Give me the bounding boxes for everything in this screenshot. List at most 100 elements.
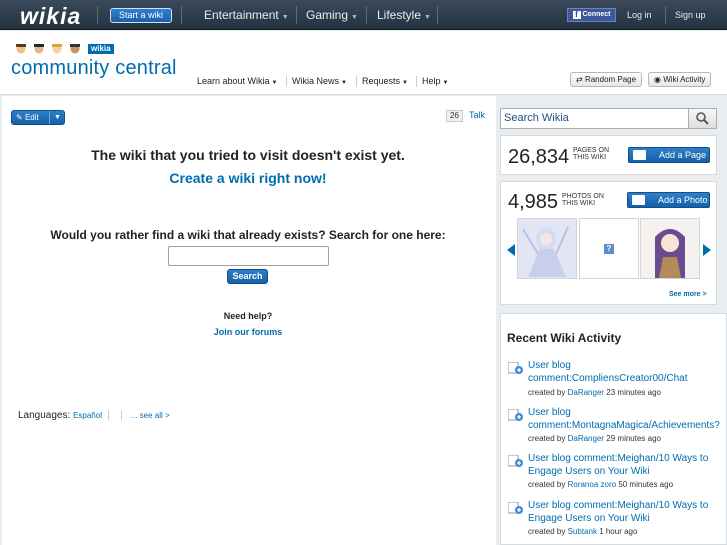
photos-label-line: PHOTOS ON: [562, 193, 604, 200]
wiki-header: wikia community central Learn about Wiki…: [0, 31, 727, 95]
nav-label: Entertainment: [204, 8, 279, 22]
talk-link[interactable]: Talk: [469, 110, 485, 120]
activity-meta: created by DaRanger 29 minutes ago: [528, 434, 661, 443]
forums-link[interactable]: Join our forums: [0, 327, 496, 337]
new-blog-comment-icon: [508, 409, 523, 421]
create-wiki-link[interactable]: Create a wiki right now!: [0, 170, 496, 186]
photo-thumbnail-placeholder[interactable]: ?: [579, 218, 639, 279]
add-photo-icon: [632, 195, 645, 205]
chevron-down-icon: ▼: [424, 14, 431, 21]
photo-thumbnail[interactable]: [517, 218, 577, 279]
recent-activity-title: Recent Wiki Activity: [507, 331, 622, 345]
divider: [296, 6, 297, 24]
nav-lifestyle[interactable]: Lifestyle ▼: [377, 8, 431, 22]
activity-user-link[interactable]: DaRanger: [568, 388, 604, 397]
need-help-label: Need help?: [223, 311, 273, 321]
wiki-activity-button[interactable]: ◉ Wiki Activity: [648, 72, 712, 87]
wikia-logo[interactable]: wikia: [20, 3, 81, 30]
anime-character-image: [641, 219, 699, 278]
chevron-down-icon: ▼: [442, 80, 449, 86]
created-by-label: created by: [528, 480, 566, 489]
photos-label: PHOTOS ON THIS WIKI: [562, 193, 604, 207]
nav-label: Wikia News: [292, 76, 340, 86]
site-title[interactable]: community central: [11, 57, 177, 80]
start-a-wiki-button[interactable]: Start a wiki: [110, 8, 173, 23]
language-link-espanol[interactable]: Español: [73, 411, 102, 420]
login-link[interactable]: Log in: [627, 10, 652, 20]
activity-item: User blog comment:MontagnaMagica/Achieve…: [508, 407, 727, 447]
nav-wikia-news[interactable]: Wikia News ▼: [292, 76, 347, 86]
activity-item: User blog comment:Meighan/10 Ways to Eng…: [508, 453, 727, 493]
add-page-button[interactable]: Add a Page: [628, 147, 710, 163]
photo-thumbnail[interactable]: [640, 218, 700, 279]
chevron-down-icon[interactable]: ▼: [54, 111, 61, 124]
divider: [366, 6, 367, 24]
talk-count-badge[interactable]: 26: [446, 110, 463, 122]
activity-time: 1 hour ago: [599, 527, 638, 536]
new-blog-comment-icon: [508, 362, 523, 374]
activity-item: User blog comment:Meighan/10 Ways to Eng…: [508, 500, 727, 540]
activity-title-link[interactable]: User blog comment:Meighan/10 Ways to Eng…: [528, 500, 727, 525]
global-navigation-bar: wikia Start a wiki Entertainment ▼ Gaming…: [0, 0, 727, 30]
languages-label: Languages:: [18, 410, 71, 421]
edit-label: Edit: [24, 113, 39, 122]
facebook-connect-button[interactable]: f Connect: [567, 8, 616, 22]
missing-wiki-message: The wiki that you tried to visit doesn't…: [91, 147, 405, 163]
see-all-languages-link[interactable]: ... see all >: [131, 411, 170, 420]
add-page-label: Add a Page: [659, 150, 707, 160]
edit-button[interactable]: ✎ Edit ▼: [11, 110, 65, 125]
nav-entertainment[interactable]: Entertainment ▼: [204, 8, 289, 22]
add-photo-button[interactable]: Add a Photo: [627, 192, 710, 208]
activity-title-link[interactable]: User blog comment:MontagnaMagica/Achieve…: [528, 407, 727, 432]
divider: [286, 76, 287, 87]
nav-gaming[interactable]: Gaming ▼: [306, 8, 358, 22]
search-button[interactable]: [688, 109, 716, 128]
activity-user-link[interactable]: Roranoa zoro: [568, 480, 616, 489]
activity-user-link[interactable]: DaRanger: [568, 434, 604, 443]
see-more-photos-link[interactable]: See more >: [669, 291, 707, 298]
search-placeholder: Search Wikia: [504, 112, 569, 124]
signup-link[interactable]: Sign up: [675, 10, 706, 20]
pages-label-line: PAGES ON: [573, 147, 610, 154]
created-by-label: created by: [528, 527, 566, 536]
nav-label: Gaming: [306, 8, 349, 22]
chevron-down-icon: ▼: [341, 80, 347, 86]
activity-meta: created by Subtank 1 hour ago: [528, 527, 637, 536]
rail-search-input[interactable]: Search Wikia: [500, 108, 717, 129]
random-page-button[interactable]: ⇄ Random Page: [570, 72, 643, 87]
pages-label: PAGES ON THIS WIKI: [573, 147, 609, 161]
activity-title-link[interactable]: User blog comment:CompliensCreator00/Cha…: [528, 360, 727, 385]
activity-user-link[interactable]: Subtank: [568, 527, 597, 536]
edit-button-inner: ✎ Edit: [16, 111, 39, 124]
chevron-down-icon: ▼: [351, 14, 358, 21]
divider: [665, 6, 666, 24]
nav-label: Requests: [362, 76, 401, 86]
wiki-search-input[interactable]: [168, 246, 329, 266]
photos-count: 4,985: [508, 191, 559, 213]
missing-image-icon: ?: [604, 244, 614, 254]
nav-label: Help: [422, 76, 441, 86]
shuffle-icon: ⇄: [576, 75, 585, 84]
pages-count: 26,834: [508, 146, 570, 168]
divider: [107, 410, 109, 420]
nav-label: Lifestyle: [377, 8, 422, 22]
chevron-down-icon: ▼: [271, 80, 278, 86]
nav-requests[interactable]: Requests ▼: [362, 76, 408, 86]
wikia-badge: wikia: [88, 44, 114, 54]
photos-label-line: THIS WIKI: [562, 200, 596, 207]
activity-title-link[interactable]: User blog comment:Meighan/10 Ways to Eng…: [528, 453, 727, 478]
pencil-icon: ✎: [16, 113, 25, 122]
divider: [437, 6, 438, 24]
search-prompt: Would you rather find a wiki that alread…: [50, 228, 446, 242]
nav-help[interactable]: Help ▼: [422, 76, 448, 86]
wiki-activity-label: Wiki Activity: [663, 75, 706, 84]
community-mascots-logo: [16, 44, 80, 54]
created-by-label: created by: [528, 388, 566, 397]
divider: [49, 111, 50, 124]
nav-learn-about-wikia[interactable]: Learn about Wikia ▼: [197, 76, 278, 86]
divider: [416, 76, 417, 87]
search-button[interactable]: Search: [227, 269, 268, 284]
carousel-next-icon[interactable]: [703, 244, 711, 256]
carousel-prev-icon[interactable]: [507, 244, 515, 256]
chevron-down-icon: ▼: [281, 14, 289, 21]
